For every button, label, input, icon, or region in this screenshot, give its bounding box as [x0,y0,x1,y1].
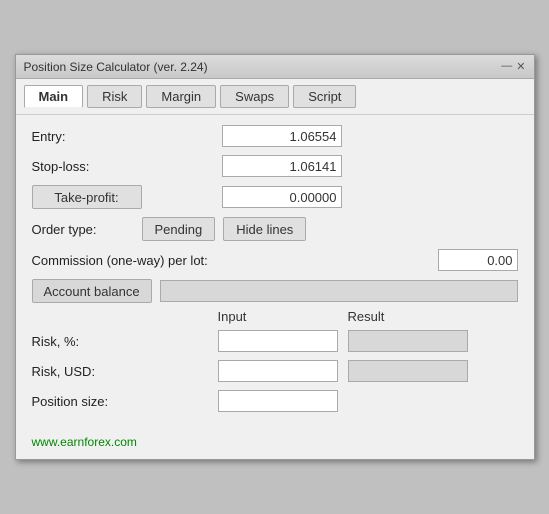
risk-percent-result [348,330,468,352]
account-balance-button[interactable]: Account balance [32,279,152,303]
account-balance-display [160,280,518,302]
pending-button[interactable]: Pending [142,217,216,241]
takeprofit-row: Take-profit: [32,185,518,209]
position-size-input[interactable] [218,390,338,412]
commission-label: Commission (one-way) per lot: [32,253,438,268]
takeprofit-button[interactable]: Take-profit: [32,185,142,209]
position-size-row: Position size: [32,390,518,412]
hide-lines-button[interactable]: Hide lines [223,217,306,241]
tab-risk[interactable]: Risk [87,85,142,108]
title-bar: Position Size Calculator (ver. 2.24) — ✕ [16,55,534,79]
stoploss-label: Stop-loss: [32,159,222,174]
risk-usd-label: Risk, USD: [32,364,218,379]
entry-input[interactable] [222,125,342,147]
position-size-label: Position size: [32,394,218,409]
takeprofit-input[interactable] [222,186,342,208]
ordertype-row: Order type: Pending Hide lines [32,217,518,241]
close-button[interactable]: ✕ [516,60,525,73]
risk-percent-input[interactable] [218,330,338,352]
result-column-header: Result [348,309,478,324]
ordertype-controls: Pending Hide lines [142,217,307,241]
risk-percent-row: Risk, %: [32,330,518,352]
tab-swaps[interactable]: Swaps [220,85,289,108]
tab-bar: Main Risk Margin Swaps Script [16,79,534,115]
entry-row: Entry: [32,125,518,147]
ordertype-label: Order type: [32,222,142,237]
main-content: Entry: Stop-loss: Take-profit: Order typ… [16,115,534,430]
tab-margin[interactable]: Margin [146,85,216,108]
window-title: Position Size Calculator (ver. 2.24) [24,60,208,74]
stoploss-row: Stop-loss: [32,155,518,177]
entry-label: Entry: [32,129,222,144]
tab-script[interactable]: Script [293,85,356,108]
risk-percent-label: Risk, %: [32,334,218,349]
stoploss-input[interactable] [222,155,342,177]
minimize-button[interactable]: — [501,60,512,73]
commission-row: Commission (one-way) per lot: [32,249,518,271]
earnforex-link[interactable]: www.earnforex.com [32,435,137,449]
account-balance-row: Account balance [32,279,518,303]
commission-input[interactable] [438,249,518,271]
risk-usd-row: Risk, USD: [32,360,518,382]
column-headers: Input Result [32,309,518,324]
footer: www.earnforex.com [16,430,534,459]
input-column-header: Input [218,309,348,324]
window-controls[interactable]: — ✕ [501,60,525,73]
risk-usd-result [348,360,468,382]
tab-main[interactable]: Main [24,85,84,108]
risk-usd-input[interactable] [218,360,338,382]
